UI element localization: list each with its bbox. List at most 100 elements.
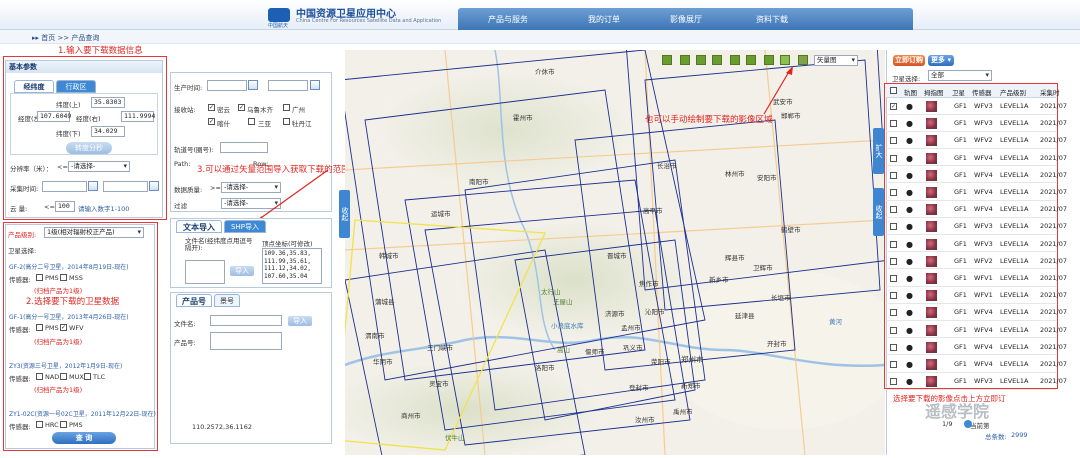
row-checkbox[interactable] [890, 292, 897, 300]
lon-right-input[interactable]: 111.9994 [121, 111, 155, 122]
table-row[interactable]: ● GF1 WFV2 LEVEL1A 2021/07 [886, 254, 1067, 270]
thumbnail-image[interactable] [926, 273, 937, 284]
nav-downloads[interactable]: 资料下载 [756, 14, 788, 25]
eye-icon[interactable]: ● [906, 119, 913, 128]
eye-icon[interactable]: ● [906, 205, 913, 214]
tab-product-number[interactable]: 产品号 [176, 294, 212, 307]
capture-date-start[interactable] [42, 181, 87, 192]
map-view[interactable] [345, 50, 885, 455]
resolution-select[interactable]: -请选择- [68, 161, 130, 172]
collapse-left-tab[interactable]: 收起 [339, 190, 350, 238]
sensor-checkbox[interactable] [60, 274, 67, 281]
basemap-select[interactable]: 矢量图 [814, 55, 858, 66]
zoom-in-tool-icon[interactable] [730, 55, 740, 65]
more-button[interactable]: 更多 ▾ [928, 55, 954, 66]
thumbnail-image[interactable] [926, 169, 937, 181]
calendar-icon[interactable] [149, 181, 159, 191]
sensor-checkbox-checked[interactable]: ✓ [60, 324, 67, 331]
eye-icon[interactable]: ● [906, 274, 913, 283]
site-logo[interactable] [268, 8, 290, 22]
calendar-icon[interactable] [88, 181, 98, 191]
eye-icon[interactable]: ● [906, 257, 913, 266]
sensor-checkbox[interactable] [36, 274, 43, 281]
table-row[interactable]: ● GF1 WFV2 LEVEL1A 2021/07 [886, 133, 1067, 149]
calendar-icon[interactable] [248, 80, 258, 90]
row-checkbox[interactable] [890, 206, 897, 214]
station-checkbox[interactable] [283, 118, 290, 125]
row-checkbox[interactable] [890, 257, 897, 265]
table-row[interactable]: ● GF1 WFV4 LEVEL1A 2021/07 [886, 185, 1067, 201]
nav-orders[interactable]: 我的订单 [588, 14, 620, 25]
thumbnail-image[interactable] [926, 324, 937, 336]
eye-icon[interactable]: ● [906, 291, 913, 300]
sensor-checkbox[interactable] [36, 324, 43, 331]
row-checkbox[interactable] [890, 240, 897, 248]
select-all-checkbox[interactable] [890, 87, 897, 94]
eye-icon[interactable]: ● [906, 240, 913, 249]
row-checkbox[interactable] [890, 189, 897, 196]
layers-tool-icon[interactable] [696, 55, 706, 65]
eye-icon[interactable]: ● [906, 222, 913, 231]
station-checkbox[interactable] [283, 104, 290, 111]
zoom-out-tool-icon[interactable] [746, 55, 756, 65]
sat-group-zy1-02c[interactable]: ZY1-02C(资源一号02C卫星，2011年12月22日-现在) [9, 409, 156, 418]
row-checkbox[interactable] [890, 154, 897, 162]
thumbnail-image[interactable] [926, 255, 937, 267]
convert-dms-button[interactable]: 转度分秒 [66, 142, 112, 154]
thumbnail-image[interactable] [926, 238, 937, 250]
eye-icon[interactable]: ● [906, 102, 913, 111]
table-row[interactable]: ● GF1 WFV4 LEVEL1A 2021/07 [886, 151, 1067, 167]
calendar-icon[interactable] [310, 80, 320, 90]
eye-icon[interactable]: ● [906, 171, 913, 180]
station-checkbox-checked[interactable]: ✓ [208, 118, 215, 125]
production-time-end[interactable] [268, 80, 308, 91]
thumbnail-image[interactable] [926, 118, 937, 130]
station-checkbox-checked[interactable]: ✓ [208, 104, 215, 111]
row-checkbox[interactable] [890, 343, 897, 351]
breadcrumb[interactable]: ▸▸ 首页 >> 产品查询 [32, 33, 99, 43]
thumbnail-image[interactable] [926, 135, 937, 147]
thumbnail-image[interactable] [926, 341, 937, 353]
table-row[interactable]: ● GF1 WFV4 LEVEL1A 2021/07 [886, 305, 1067, 321]
thumbnail-image[interactable] [926, 101, 937, 112]
sat-group-gf2[interactable]: GF-2(高分二号卫星，2014年8月19日-现在) [9, 262, 129, 271]
table-row[interactable]: ● GF1 WFV3 LEVEL1A 2021/07 [886, 374, 1067, 390]
lat-bottom-input[interactable]: 34.029 [91, 126, 125, 137]
lat-top-input[interactable]: 35.8303 [91, 97, 125, 108]
table-row[interactable]: ● GF1 WFV4 LEVEL1A 2021/07 [886, 168, 1067, 184]
file-name-field[interactable] [210, 315, 282, 326]
sensor-checkbox[interactable] [36, 421, 43, 428]
nav-products[interactable]: 产品与服务 [488, 14, 528, 25]
collapse-right-tab[interactable]: 收起 [873, 188, 884, 236]
station-checkbox[interactable] [248, 118, 255, 125]
thumbnail-image[interactable] [926, 376, 937, 388]
lon-left-input[interactable]: 107.6049 [37, 111, 71, 122]
vertex-textarea[interactable]: 109.36,35.83, 111.99,35.61, 111.12,34.02… [262, 248, 322, 284]
eye-icon[interactable]: ● [906, 377, 913, 386]
eye-icon[interactable]: ● [906, 343, 913, 352]
thumbnail-image[interactable] [926, 307, 937, 319]
row-checkbox[interactable] [890, 120, 897, 128]
row-checkbox[interactable] [890, 378, 897, 386]
table-row[interactable]: ● GF1 WFV3 LEVEL1A 2021/07 [886, 219, 1067, 235]
eye-icon[interactable]: ● [906, 326, 913, 335]
sensor-checkbox[interactable] [84, 373, 91, 380]
sat-filter-select[interactable]: 全部 [928, 70, 992, 81]
station-checkbox-checked[interactable]: ✓ [238, 104, 245, 111]
cloud-input[interactable]: 100 [55, 201, 75, 212]
product-level-select[interactable]: 1级(相对辐射校正产品) [44, 227, 144, 238]
thumbnail-image[interactable] [926, 187, 937, 198]
product-no-field[interactable] [210, 332, 282, 350]
tab-text-import[interactable]: 文本导入 [176, 220, 222, 233]
production-time-start[interactable] [207, 80, 247, 91]
row-checkbox[interactable] [890, 171, 897, 179]
eye-icon[interactable]: ● [906, 154, 913, 163]
thumbnail-image[interactable] [926, 204, 937, 216]
row-checkbox[interactable] [890, 275, 897, 282]
table-row[interactable]: ● GF1 WFV1 LEVEL1A 2021/07 [886, 288, 1067, 304]
eye-icon[interactable]: ● [906, 188, 913, 197]
nav-gallery[interactable]: 影像展厅 [670, 14, 702, 25]
row-checkbox[interactable] [890, 326, 897, 334]
table-row[interactable]: ● GF1 WFV3 LEVEL1A 2021/07 [886, 116, 1067, 132]
thumbnail-image[interactable] [926, 290, 937, 302]
